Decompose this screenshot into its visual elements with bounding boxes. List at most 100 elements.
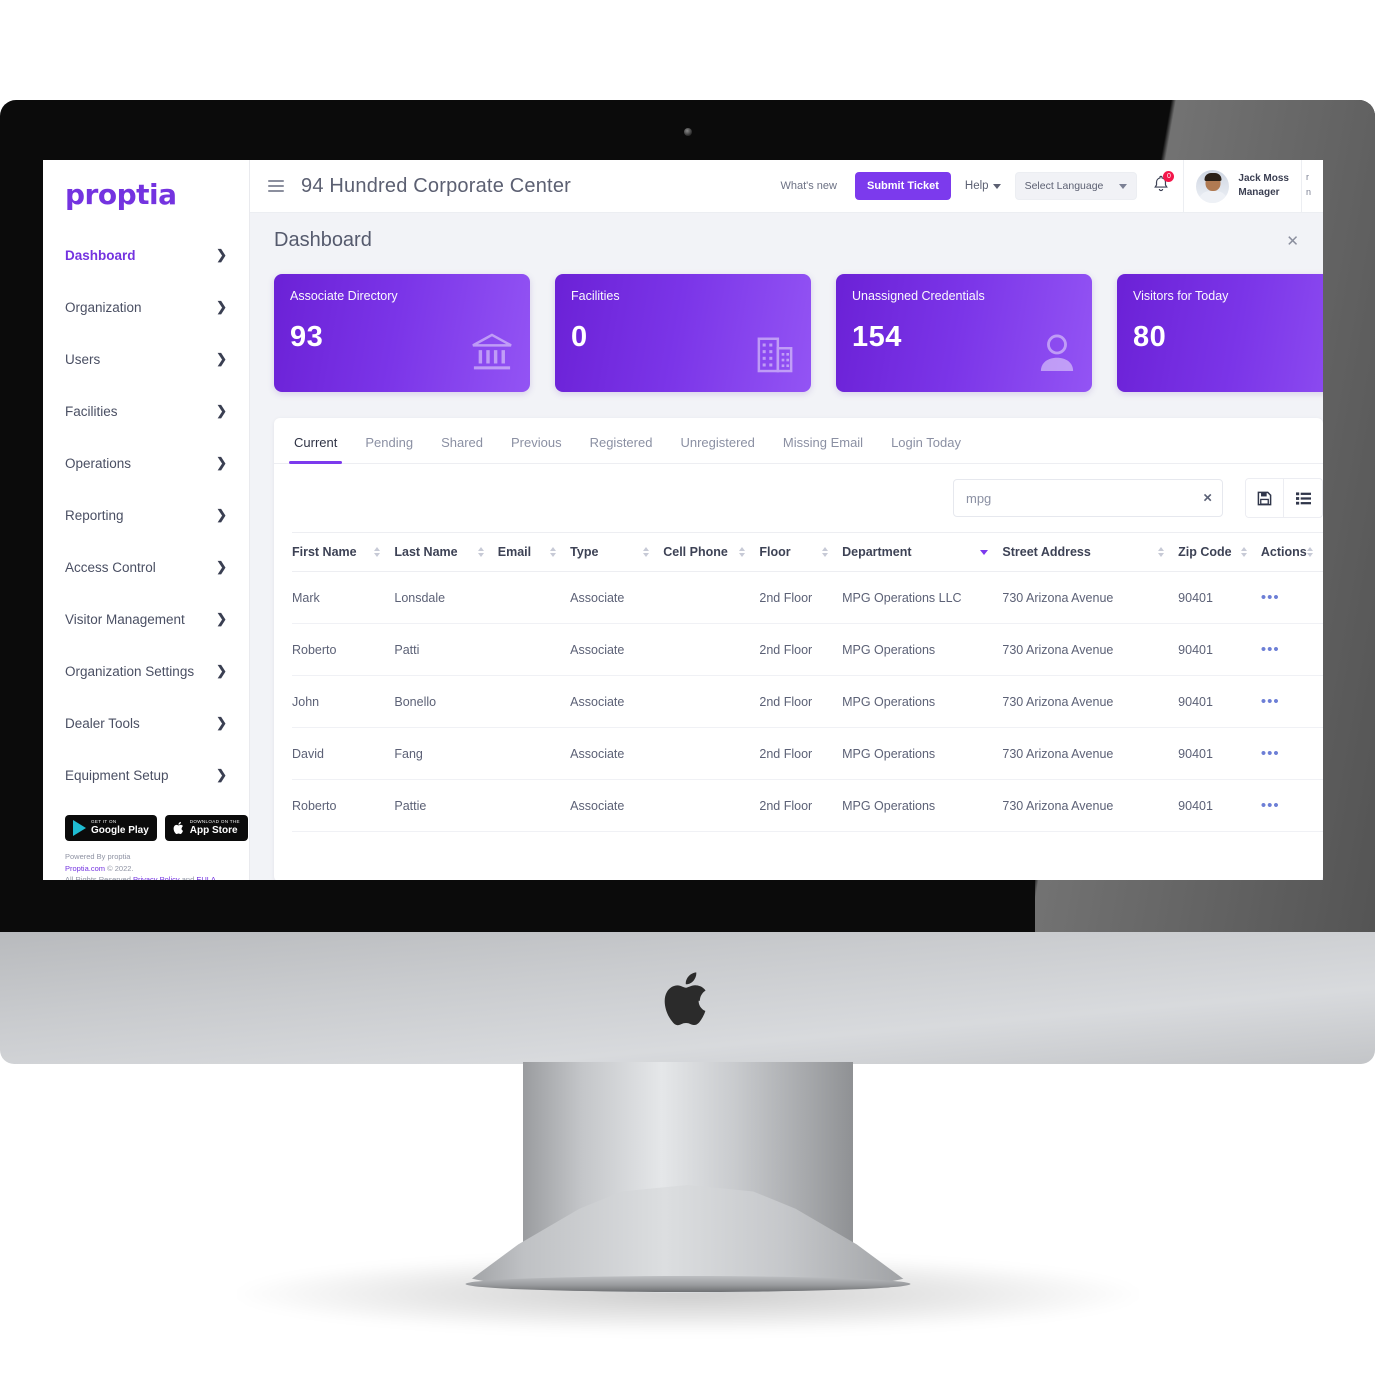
proptia-com-link[interactable]: Proptia.com [65, 864, 105, 873]
save-button[interactable] [1246, 479, 1284, 517]
screen-viewport: proptia Dashboard ❯ Organization ❯ Users ❯ Fac… [43, 160, 1323, 880]
column-header-cell-phone[interactable]: Cell Phone [663, 532, 760, 572]
cell-actions[interactable]: ••• [1260, 571, 1323, 624]
column-header-email[interactable]: Email [497, 532, 571, 572]
sidebar-item-organization[interactable]: Organization ❯ [43, 281, 249, 333]
cell-floor: 2nd Floor [759, 675, 843, 728]
sidebar-item-label: Visitor Management [65, 611, 185, 627]
tab-label: Unregistered [680, 435, 755, 450]
cell-email [497, 623, 571, 676]
user-menu[interactable]: Jack Moss Manager [1183, 160, 1301, 212]
person-icon [1039, 333, 1075, 378]
submit-ticket-button[interactable]: Submit Ticket [854, 172, 951, 200]
cell-actions[interactable]: ••• [1260, 779, 1323, 832]
copyright-text: © 2022. [105, 863, 134, 873]
table-row[interactable]: Mark Lonsdale Associate 2nd Floor MPG Operat… [292, 571, 1323, 624]
and-text: and [179, 875, 197, 880]
column-header-first-name[interactable]: First Name [292, 532, 395, 572]
column-header-actions[interactable]: Actions [1260, 532, 1323, 572]
cell-floor: 2nd Floor [759, 623, 843, 676]
hamburger-icon[interactable] [268, 180, 284, 192]
sidebar-item-dashboard[interactable]: Dashboard ❯ [43, 229, 249, 281]
sort-indicator-icon [980, 549, 989, 555]
sidebar-item-label: Dealer Tools [65, 715, 140, 731]
sidebar-item-label: Dashboard [65, 247, 136, 263]
sidebar-item-organization-settings[interactable]: Organization Settings ❯ [43, 645, 249, 697]
chevron-down-icon [1119, 183, 1128, 189]
floppy-disk-icon [1257, 491, 1272, 505]
brand[interactable]: proptia [43, 160, 249, 219]
help-menu[interactable]: Help [965, 180, 1001, 192]
tab-login-today[interactable]: Login Today [877, 418, 975, 463]
cell-actions[interactable]: ••• [1260, 623, 1323, 676]
sidebar-item-operations[interactable]: Operations ❯ [43, 437, 249, 489]
column-header-floor[interactable]: Floor [759, 532, 843, 572]
tab-registered[interactable]: Registered [576, 418, 667, 463]
stat-card-label: Facilities [571, 289, 620, 303]
column-chooser-button[interactable] [1284, 479, 1322, 517]
tab-label: Current [294, 435, 338, 450]
sidebar-item-reporting[interactable]: Reporting ❯ [43, 489, 249, 541]
google-play-icon [73, 820, 86, 836]
google-play-badge[interactable]: GET IT ON Google Play [65, 815, 157, 841]
sidebar-item-users[interactable]: Users ❯ [43, 333, 249, 385]
chevron-right-icon: ❯ [216, 767, 227, 782]
column-header-zip-code[interactable]: Zip Code [1178, 532, 1261, 572]
chevron-right-icon: ❯ [216, 663, 227, 678]
sidebar-item-facilities[interactable]: Facilities ❯ [43, 385, 249, 437]
chevron-right-icon: ❯ [216, 455, 227, 470]
clear-search-icon[interactable]: × [1203, 490, 1212, 507]
column-header-last-name[interactable]: Last Name [394, 532, 498, 572]
sort-indicator-icon [1240, 547, 1247, 557]
chevron-right-icon: ❯ [216, 611, 227, 626]
table-row[interactable]: David Fang Associate 2nd Floor MPG Operation… [292, 727, 1323, 780]
cell-department: MPG Operations [842, 727, 1003, 780]
tab-label: Shared [441, 435, 483, 450]
tab-shared[interactable]: Shared [427, 418, 497, 463]
stat-card-facilities[interactable]: Facilities 0 [555, 274, 811, 392]
cell-cell-phone [663, 623, 760, 676]
sidebar-item-dealer-tools[interactable]: Dealer Tools ❯ [43, 697, 249, 749]
sort-indicator-icon [1306, 547, 1313, 557]
tab-pending[interactable]: Pending [351, 418, 427, 463]
cell-actions[interactable]: ••• [1260, 727, 1323, 780]
close-icon[interactable]: ✕ [1286, 232, 1299, 250]
stat-card-visitors-for-today[interactable]: Visitors for Today 80 [1117, 274, 1323, 392]
column-header-department[interactable]: Department [842, 532, 1003, 572]
cell-department: MPG Operations [842, 623, 1003, 676]
tab-unregistered[interactable]: Unregistered [666, 418, 768, 463]
cell-actions[interactable]: ••• [1260, 675, 1323, 728]
column-header-label: Last Name [394, 545, 458, 559]
sidebar-item-access-control[interactable]: Access Control ❯ [43, 541, 249, 593]
sort-indicator-icon [643, 547, 650, 557]
stat-card-associate-directory[interactable]: Associate Directory 93 [274, 274, 530, 392]
tab-missing-email[interactable]: Missing Email [769, 418, 877, 463]
cell-cell-phone [663, 779, 760, 832]
tab-previous[interactable]: Previous [497, 418, 576, 463]
table-row[interactable]: Roberto Pattie Associate 2nd Floor MPG Opera… [292, 779, 1323, 832]
whats-new-link[interactable]: What's new [780, 180, 837, 192]
column-header-street-address[interactable]: Street Address [1002, 532, 1179, 572]
column-header-type[interactable]: Type [570, 532, 664, 572]
eula-link[interactable]: EULA [196, 875, 216, 880]
main-area: 94 Hundred Corporate Center What's new S… [250, 160, 1323, 880]
monitor-chin [0, 932, 1375, 1064]
column-header-label: Cell Phone [663, 545, 728, 559]
apple-icon [173, 821, 183, 835]
sidebar-item-visitor-management[interactable]: Visitor Management ❯ [43, 593, 249, 645]
table-row[interactable]: John Bonello Associate 2nd Floor MPG Operati… [292, 675, 1323, 728]
language-select[interactable]: Select Language [1014, 172, 1138, 200]
privacy-policy-link[interactable]: Privacy Policy [133, 875, 180, 880]
app-store-sub: Download on the [189, 818, 240, 824]
google-play-sub: GET IT ON [91, 818, 117, 824]
search-input[interactable] [953, 479, 1223, 517]
column-header-label: First Name [292, 545, 357, 559]
stat-card-unassigned-credentials[interactable]: Unassigned Credentials 154 [836, 274, 1092, 392]
sidebar-item-equipment-setup[interactable]: Equipment Setup ❯ [43, 749, 249, 801]
table-row[interactable]: Roberto Patti Associate 2nd Floor MPG Operat… [292, 623, 1323, 676]
tab-current[interactable]: Current [280, 418, 351, 464]
cell-street-address: 730 Arizona Avenue [1002, 675, 1179, 728]
notifications-button[interactable]: 0 [1153, 170, 1175, 198]
app-store-badge[interactable]: Download on the App Store [164, 815, 248, 841]
cell-zip-code: 90401 [1178, 675, 1261, 728]
